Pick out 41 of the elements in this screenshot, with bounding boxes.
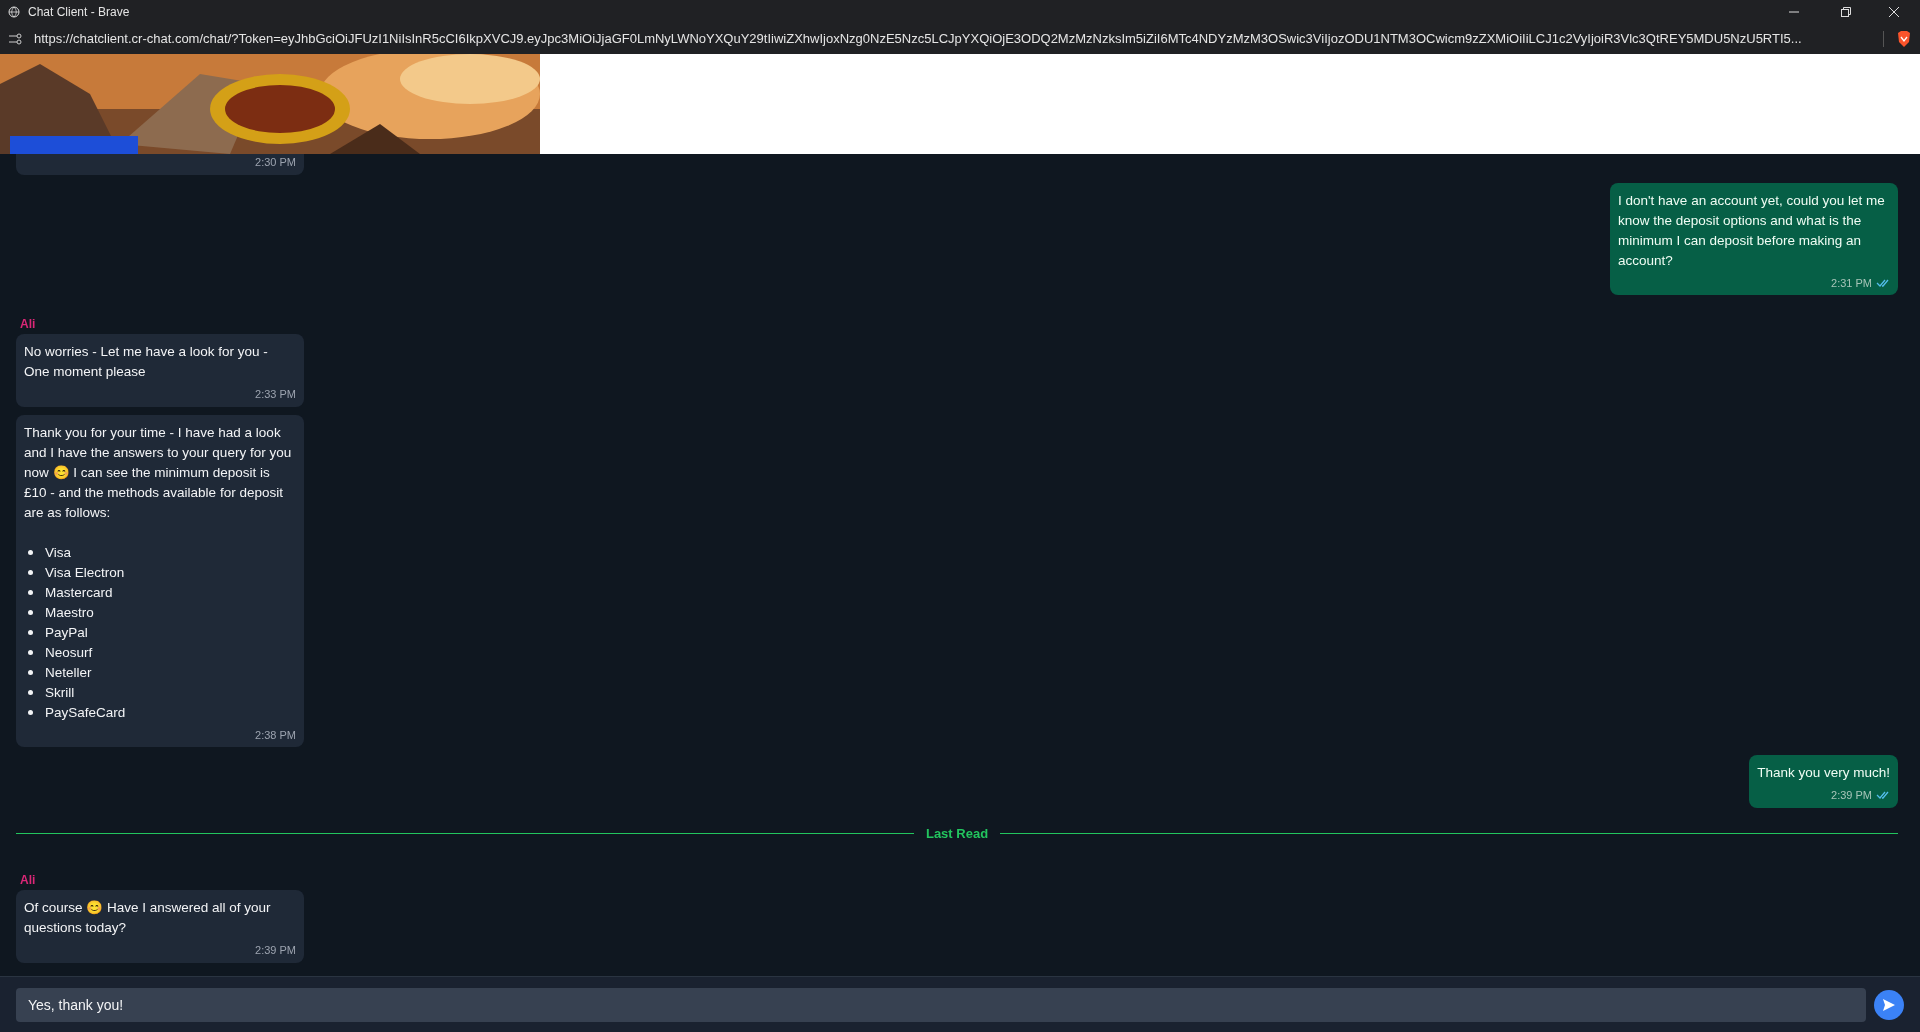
bullet-icon bbox=[28, 590, 33, 595]
site-settings-icon[interactable] bbox=[8, 33, 22, 45]
close-icon[interactable] bbox=[1888, 6, 1900, 18]
message-time: 2:38 PM bbox=[255, 727, 296, 743]
bullet-icon bbox=[28, 650, 33, 655]
list-item: PayPal bbox=[45, 623, 88, 642]
url-text[interactable]: https://chatclient.cr-chat.com/chat/?Token=eyJhbGciOiJFUzI1NiIsInR5cCI6IkpXVCJ9.eyJpc3MiOiJjaGF0LmNyLWNoYXQuY29tIiwiZXhwIjoxNzg0NzE5Nzc5LCJpYXQiOjE3ODQ2MzMzNzksIm5iZiI6MTc4NDYzMzM3OSwic3ViIjozODU1NTM3OCwicm9zZXMiOiIiLCJ1c2VyIjoiR3Vlc3QtREY5MDU5NzU5RTI5... bbox=[34, 29, 1871, 49]
send-icon bbox=[1882, 997, 1896, 1012]
last-read-divider: Last Read bbox=[925, 824, 989, 843]
send-button[interactable] bbox=[1874, 989, 1904, 1020]
globe-icon bbox=[8, 6, 20, 18]
bullet-icon bbox=[28, 630, 33, 635]
message-time: 2:30 PM bbox=[255, 155, 296, 170]
list-item: Skrill bbox=[45, 683, 75, 702]
bullet-icon bbox=[28, 570, 33, 575]
list-item: Visa Electron bbox=[45, 563, 125, 582]
bullet-icon bbox=[28, 610, 33, 615]
message-input[interactable]: Yes, thank you! bbox=[16, 987, 1866, 1022]
restore-icon[interactable] bbox=[1840, 6, 1852, 18]
message-text: No worries - Let me have a look for you - One moment please bbox=[24, 343, 269, 381]
message-text: I don't have an account yet, could you let me know the deposit options and what is the minimum I can deposit before making an account? bbox=[1618, 191, 1886, 270]
bullet-icon bbox=[28, 710, 33, 715]
bullet-icon bbox=[28, 690, 33, 695]
message-time: 2:39 PM bbox=[1831, 788, 1872, 803]
list-item: Neosurf bbox=[45, 643, 93, 662]
list-item: Mastercard bbox=[45, 583, 113, 602]
bullet-icon bbox=[28, 670, 33, 675]
list-item: Visa bbox=[45, 543, 72, 562]
list-item: PaySafeCard bbox=[45, 703, 126, 722]
bullet-icon bbox=[28, 550, 33, 555]
message-text: Thank you for your time - I have had a look and I have the answers to your query for you now 😊 I can see the minimum deposit is £10 - and the methods available for deposit are as follows: bbox=[24, 423, 293, 522]
message-text: Thank you very much! bbox=[1757, 764, 1890, 782]
message-text: Of course 😊 Have I answered all of your questions today? bbox=[24, 899, 272, 937]
list-item: Maestro bbox=[45, 603, 94, 622]
sender-name: Ali bbox=[20, 316, 36, 333]
message-time: 2:31 PM bbox=[1831, 275, 1872, 291]
message-time: 2:33 PM bbox=[255, 387, 296, 402]
list-item: Neteller bbox=[45, 663, 92, 682]
window-title: Chat Client - Brave bbox=[28, 4, 130, 21]
sender-name: Ali bbox=[20, 872, 36, 889]
message-time: 2:39 PM bbox=[255, 943, 296, 958]
